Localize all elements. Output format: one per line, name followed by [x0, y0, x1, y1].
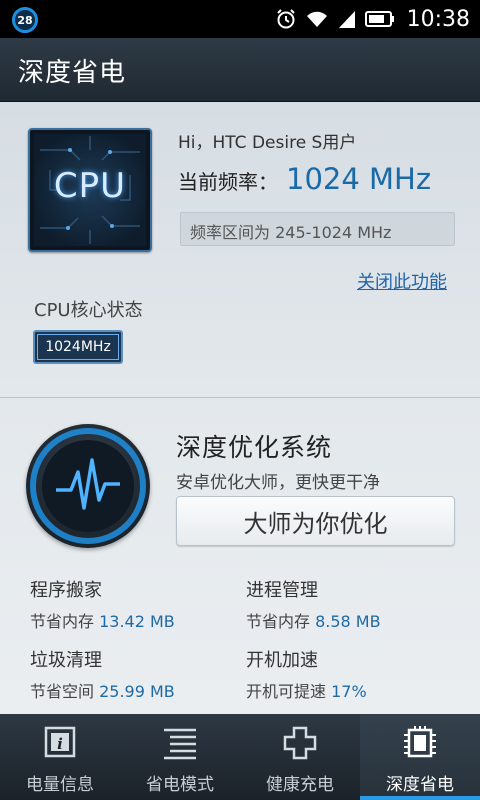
stat-prefix: 节省内存	[246, 612, 316, 631]
status-icons: 10:38	[275, 0, 470, 38]
optimize-title: 深度优化系统	[176, 433, 333, 462]
battery-icon	[364, 11, 394, 27]
stat-boot-speedup[interactable]: 开机加速 开机可提速 17%	[246, 646, 367, 702]
stat-value: 节省空间 25.99 MB	[30, 678, 175, 702]
stat-name: 开机加速	[246, 650, 318, 671]
list-icon	[164, 728, 196, 760]
cpu-chip-label: CPU	[53, 166, 127, 206]
nav-item-battery-info[interactable]: i 电量信息	[0, 714, 120, 800]
page-title: 深度省电	[18, 58, 127, 88]
alarm-icon	[276, 9, 295, 29]
optimize-panel: 深度优化系统 安卓优化大师，更快更干净 大师为你优化 程序搬家 节省内存 13.…	[0, 398, 480, 714]
cpu-panel: CPU Hi，HTC Desire S用户 当前频率： 1024 MHz 频率区…	[0, 102, 480, 398]
greeting-text: Hi，HTC Desire S用户	[178, 133, 357, 153]
stat-junk-clean[interactable]: 垃圾清理 节省空间 25.99 MB	[30, 646, 175, 702]
info-icon: i	[44, 726, 76, 758]
stat-value: 节省内存 8.58 MB	[246, 608, 381, 632]
stat-app-move[interactable]: 程序搬家 节省内存 13.42 MB	[30, 576, 175, 632]
frequency-range: 频率区间为 245-1024 MHz	[180, 212, 455, 246]
stat-name: 垃圾清理	[30, 650, 102, 671]
stat-number: 25.99 MB	[99, 682, 175, 701]
svg-text:i: i	[57, 735, 63, 753]
cpu-chip-icon: CPU	[28, 128, 152, 252]
optimize-subtitle: 安卓优化大师，更快更干净	[176, 473, 380, 493]
stat-prefix: 节省空间	[30, 682, 100, 701]
nav-item-deep-save[interactable]: 深度省电	[360, 714, 480, 800]
nav-item-health-charge[interactable]: 健康充电	[240, 714, 360, 800]
signal-icon	[338, 11, 355, 28]
optimize-button[interactable]: 大师为你优化	[176, 496, 455, 546]
stat-prefix: 节省内存	[30, 612, 100, 631]
nav-label: 健康充电	[266, 775, 334, 795]
clock: 10:38	[406, 6, 470, 32]
stat-prefix: 开机可提速	[246, 682, 332, 701]
stat-name: 进程管理	[246, 580, 318, 601]
notification-badge[interactable]: 28	[12, 7, 38, 33]
plus-icon	[283, 726, 317, 760]
stat-number: 8.58 MB	[315, 612, 381, 631]
status-bar: 28 10:38	[0, 0, 480, 38]
current-frequency: 当前频率： 1024 MHz	[178, 162, 431, 196]
nav-item-power-mode[interactable]: 省电模式	[120, 714, 240, 800]
stat-value: 开机可提速 17%	[246, 678, 367, 702]
disable-feature-link[interactable]: 关闭此功能	[357, 268, 447, 294]
stat-name: 程序搬家	[30, 580, 102, 601]
frequency-label: 当前频率：	[178, 170, 278, 194]
stat-value: 节省内存 13.42 MB	[30, 608, 175, 632]
wifi-icon	[306, 11, 327, 27]
core-frequency: 1024MHz	[37, 334, 119, 360]
pulse-icon	[26, 424, 150, 548]
bottom-nav: i 电量信息 省电模式 健康充电 深度省电	[0, 714, 480, 800]
title-bar: 深度省电	[0, 38, 480, 102]
stat-process-manager[interactable]: 进程管理 节省内存 8.58 MB	[246, 576, 381, 632]
nav-label: 电量信息	[26, 775, 94, 795]
cpu-core-badge: 1024MHz	[33, 330, 123, 364]
stat-number: 17%	[331, 682, 367, 701]
frequency-value: 1024 MHz	[286, 162, 432, 196]
cpu-core-status-title: CPU核心状态	[34, 300, 143, 321]
chip-icon	[404, 726, 436, 758]
main-content: CPU Hi，HTC Desire S用户 当前频率： 1024 MHz 频率区…	[0, 102, 480, 714]
nav-label: 深度省电	[386, 775, 454, 795]
nav-label: 省电模式	[146, 775, 214, 795]
stat-number: 13.42 MB	[99, 612, 175, 631]
